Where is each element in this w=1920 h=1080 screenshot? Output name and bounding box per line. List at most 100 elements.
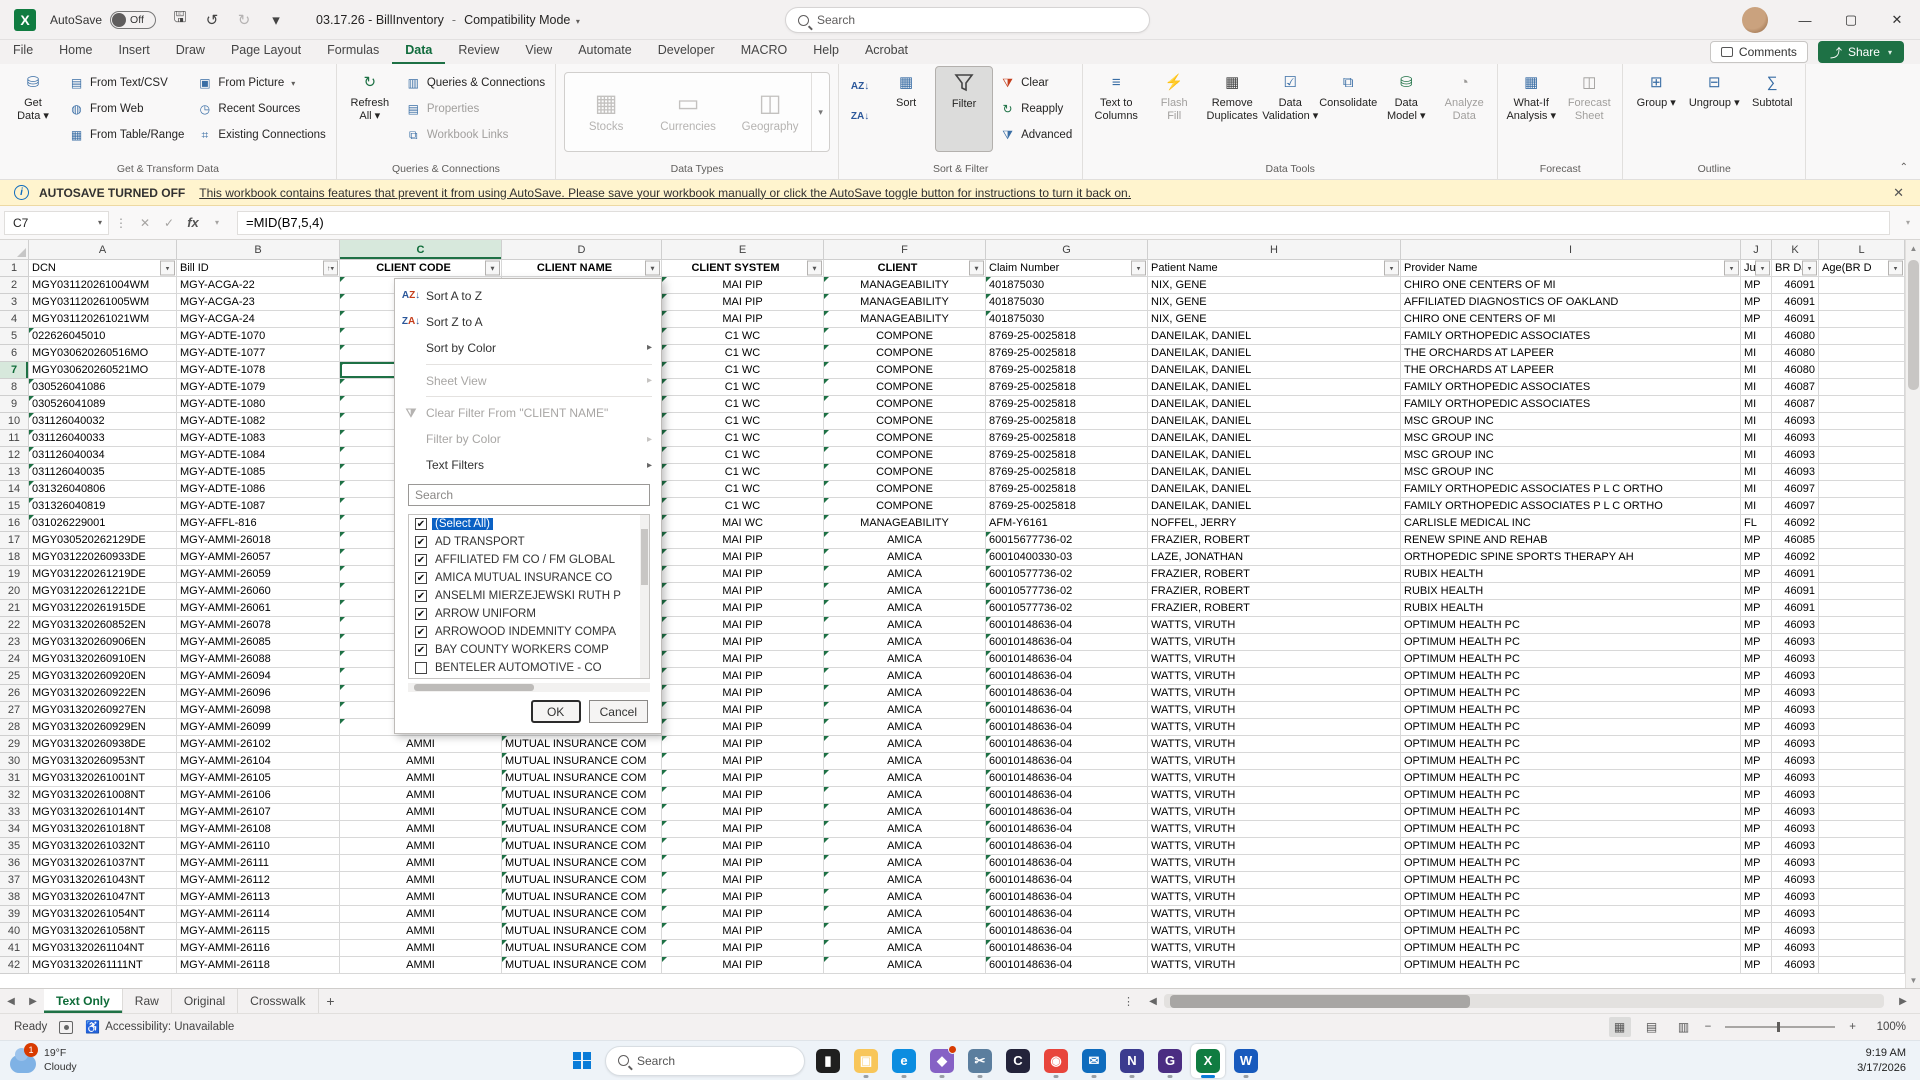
cell-e36[interactable]: MAI PIP xyxy=(662,855,824,872)
row-number-32[interactable]: 32 xyxy=(0,787,29,804)
filter-dropdown-icon[interactable]: ▾ xyxy=(1131,261,1146,276)
undo-button[interactable]: ↺ xyxy=(198,7,226,33)
cell-h24[interactable]: WATTS, VIRUTH xyxy=(1148,651,1401,668)
cell-e39[interactable]: MAI PIP xyxy=(662,906,824,923)
filter-list-hscrollbar[interactable] xyxy=(408,683,650,692)
cell-i22[interactable]: OPTIMUM HEALTH PC xyxy=(1401,617,1741,634)
cell-a23[interactable]: MGY031320260906EN xyxy=(29,634,177,651)
filter-dropdown-icon[interactable]: ▾ xyxy=(1888,261,1903,276)
cell-i11[interactable]: MSC GROUP INC xyxy=(1401,430,1741,447)
column-letter-c[interactable]: C xyxy=(340,240,502,260)
cell-l31[interactable] xyxy=(1819,770,1905,787)
cell-i15[interactable]: FAMILY ORTHOPEDIC ASSOCIATES P L C ORTHO xyxy=(1401,498,1741,515)
cell-b35[interactable]: MGY-AMMI-26110 xyxy=(177,838,340,855)
cell-j11[interactable]: MI xyxy=(1741,430,1772,447)
cell-j8[interactable]: MI xyxy=(1741,379,1772,396)
user-avatar[interactable] xyxy=(1742,7,1768,33)
cell-b34[interactable]: MGY-AMMI-26108 xyxy=(177,821,340,838)
ribbon-tab-developer[interactable]: Developer xyxy=(645,40,728,64)
cell-l35[interactable] xyxy=(1819,838,1905,855)
cell-b37[interactable]: MGY-AMMI-26112 xyxy=(177,872,340,889)
cell-c35[interactable]: AMMI xyxy=(340,838,502,855)
ribbon-button-from-table-range[interactable]: ▦From Table/Range xyxy=(64,124,188,146)
page-break-view-icon[interactable]: ▥ xyxy=(1673,1017,1695,1037)
cell-g17[interactable]: 60015677736-02 xyxy=(986,532,1148,549)
cell-i26[interactable]: OPTIMUM HEALTH PC xyxy=(1401,685,1741,702)
cell-j38[interactable]: MP xyxy=(1741,889,1772,906)
cell-f7[interactable]: COMPONE xyxy=(824,362,986,379)
row-number-15[interactable]: 15 xyxy=(0,498,29,515)
accessibility-status[interactable]: Accessibility: Unavailable xyxy=(105,1021,234,1033)
cell-j39[interactable]: MP xyxy=(1741,906,1772,923)
ribbon-tab-home[interactable]: Home xyxy=(46,40,105,64)
cell-h37[interactable]: WATTS, VIRUTH xyxy=(1148,872,1401,889)
cell-a25[interactable]: MGY031320260920EN xyxy=(29,668,177,685)
cell-l9[interactable] xyxy=(1819,396,1905,413)
column-letter-j[interactable]: J xyxy=(1741,240,1772,260)
new-sheet-button[interactable]: + xyxy=(319,989,343,1013)
cell-j29[interactable]: MP xyxy=(1741,736,1772,753)
cell-j33[interactable]: MP xyxy=(1741,804,1772,821)
cell-g4[interactable]: 401875030 xyxy=(986,311,1148,328)
cell-l6[interactable] xyxy=(1819,345,1905,362)
cell-a31[interactable]: MGY031320261001NT xyxy=(29,770,177,787)
cell-e6[interactable]: C1 WC xyxy=(662,345,824,362)
cell-f32[interactable]: AMICA xyxy=(824,787,986,804)
cell-g25[interactable]: 60010148636-04 xyxy=(986,668,1148,685)
row-number-3[interactable]: 3 xyxy=(0,294,29,311)
filter-item-select-all[interactable]: ✔(Select All) xyxy=(415,515,649,533)
checkbox-icon[interactable]: ✔ xyxy=(415,518,427,530)
cell-j3[interactable]: MP xyxy=(1741,294,1772,311)
cell-f27[interactable]: AMICA xyxy=(824,702,986,719)
cell-b6[interactable]: MGY-ADTE-1077 xyxy=(177,345,340,362)
ribbon-button-clear[interactable]: ⧩Clear xyxy=(995,72,1076,94)
banner-message-link[interactable]: This workbook contains features that pre… xyxy=(199,186,1131,200)
ribbon-button-text-to-columns[interactable]: ≡Text to Columns xyxy=(1087,66,1145,152)
row-number-35[interactable]: 35 xyxy=(0,838,29,855)
cell-b29[interactable]: MGY-AMMI-26102 xyxy=(177,736,340,753)
cell-f35[interactable]: AMICA xyxy=(824,838,986,855)
cell-g9[interactable]: 8769-25-0025818 xyxy=(986,396,1148,413)
cell-h42[interactable]: WATTS, VIRUTH xyxy=(1148,957,1401,974)
cell-i36[interactable]: OPTIMUM HEALTH PC xyxy=(1401,855,1741,872)
cell-l24[interactable] xyxy=(1819,651,1905,668)
cell-e40[interactable]: MAI PIP xyxy=(662,923,824,940)
checkbox-icon[interactable]: ✔ xyxy=(415,608,427,620)
cell-f11[interactable]: COMPONE xyxy=(824,430,986,447)
cell-k26[interactable]: 46093 xyxy=(1772,685,1819,702)
cell-k32[interactable]: 46093 xyxy=(1772,787,1819,804)
cell-l28[interactable] xyxy=(1819,719,1905,736)
cell-l33[interactable] xyxy=(1819,804,1905,821)
row-number-29[interactable]: 29 xyxy=(0,736,29,753)
cell-e13[interactable]: C1 WC xyxy=(662,464,824,481)
ribbon-button-from-text-csv[interactable]: ▤From Text/CSV xyxy=(64,72,188,94)
excel-icon[interactable]: X xyxy=(1191,1044,1225,1078)
cell-h23[interactable]: WATTS, VIRUTH xyxy=(1148,634,1401,651)
cell-b42[interactable]: MGY-AMMI-26118 xyxy=(177,957,340,974)
redo-button[interactable]: ↻ xyxy=(230,7,258,33)
filter-dropdown-icon[interactable]: ▾ xyxy=(1384,261,1399,276)
cell-f8[interactable]: COMPONE xyxy=(824,379,986,396)
cell-h17[interactable]: FRAZIER, ROBERT xyxy=(1148,532,1401,549)
filter-list-hscroll-thumb[interactable] xyxy=(414,684,534,691)
column-letter-i[interactable]: I xyxy=(1401,240,1741,260)
column-letter-l[interactable]: L xyxy=(1819,240,1905,260)
cell-h5[interactable]: DANEILAK, DANIEL xyxy=(1148,328,1401,345)
purple-app-icon[interactable]: G xyxy=(1153,1044,1187,1078)
cell-d30[interactable]: MUTUAL INSURANCE COM xyxy=(502,753,662,770)
ribbon-button-what-if-analysis[interactable]: ▦What-If Analysis ▾ xyxy=(1502,66,1560,152)
header-cell-age-br-d[interactable]: Age(BR D▾ xyxy=(1819,260,1905,277)
cell-f19[interactable]: AMICA xyxy=(824,566,986,583)
header-cell-ju[interactable]: Ju▾ xyxy=(1741,260,1772,277)
checkbox-icon[interactable]: ✔ xyxy=(415,590,427,602)
cell-c31[interactable]: AMMI xyxy=(340,770,502,787)
cell-e32[interactable]: MAI PIP xyxy=(662,787,824,804)
cell-d35[interactable]: MUTUAL INSURANCE COM xyxy=(502,838,662,855)
cell-d38[interactable]: MUTUAL INSURANCE COM xyxy=(502,889,662,906)
cell-g15[interactable]: 8769-25-0025818 xyxy=(986,498,1148,515)
cell-l15[interactable] xyxy=(1819,498,1905,515)
cell-i39[interactable]: OPTIMUM HEALTH PC xyxy=(1401,906,1741,923)
ribbon-button-consolidate[interactable]: ⧉Consolidate xyxy=(1319,66,1377,152)
cell-i5[interactable]: FAMILY ORTHOPEDIC ASSOCIATES xyxy=(1401,328,1741,345)
cell-g35[interactable]: 60010148636-04 xyxy=(986,838,1148,855)
